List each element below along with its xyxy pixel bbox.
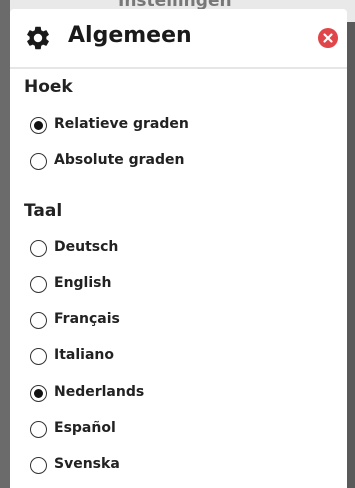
option-label: Svenska	[54, 456, 120, 472]
radio-option-francais[interactable]: Français	[30, 309, 330, 333]
radio-button[interactable]	[30, 312, 47, 329]
option-label: Relatieve graden	[54, 116, 189, 132]
radio-button[interactable]	[30, 276, 47, 293]
radio-option-italiano[interactable]: Italiano	[30, 345, 330, 369]
option-label: Italiano	[54, 347, 114, 363]
settings-panel: Algemeen Hoek Relatieve graden Absolute …	[10, 9, 347, 488]
radio-option-relative-degrees[interactable]: Relatieve graden	[30, 114, 330, 138]
option-label: Nederlands	[54, 384, 145, 400]
language-section-title: Taal	[24, 201, 63, 221]
radio-option-svenska[interactable]: Svenska	[30, 454, 330, 478]
panel-title: Algemeen	[68, 23, 192, 48]
radio-button[interactable]	[30, 348, 47, 365]
option-label: Absolute graden	[54, 152, 185, 168]
panel-header: Algemeen	[10, 9, 347, 69]
radio-option-english[interactable]: English	[30, 273, 330, 297]
background-edge	[0, 0, 10, 488]
radio-button[interactable]	[30, 385, 47, 402]
close-icon[interactable]	[318, 28, 338, 48]
angle-section-title: Hoek	[24, 77, 73, 97]
radio-button[interactable]	[30, 153, 47, 170]
radio-option-absolute-degrees[interactable]: Absolute graden	[30, 150, 330, 174]
radio-button[interactable]	[30, 421, 47, 438]
option-label: Deutsch	[54, 239, 119, 255]
option-label: Español	[54, 420, 116, 436]
radio-button[interactable]	[30, 457, 47, 474]
gear-icon	[27, 26, 49, 50]
option-label: English	[54, 275, 112, 291]
radio-option-deutsch[interactable]: Deutsch	[30, 237, 330, 261]
option-label: Français	[54, 311, 120, 327]
radio-button[interactable]	[30, 240, 47, 257]
radio-button[interactable]	[30, 117, 47, 134]
radio-option-espanol[interactable]: Español	[30, 418, 330, 442]
radio-option-nederlands[interactable]: Nederlands	[30, 382, 330, 406]
